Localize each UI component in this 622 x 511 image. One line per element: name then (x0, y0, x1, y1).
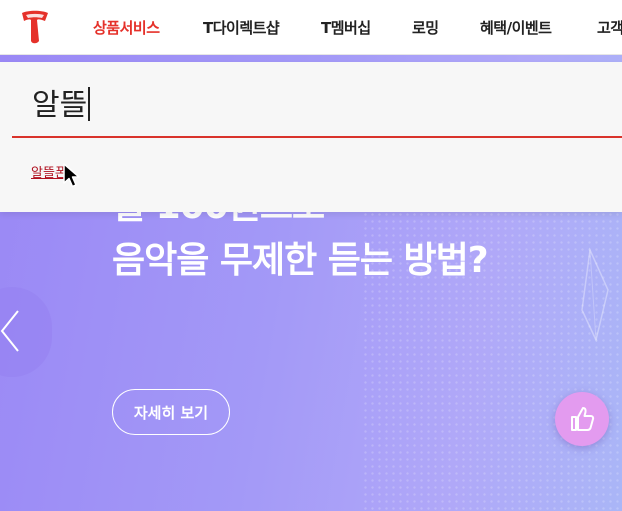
nav-item-direct-shop[interactable]: T다이렉트샵 (203, 17, 280, 38)
search-panel: 알뜰 알뜰폰 (0, 62, 622, 212)
nav-item-roaming[interactable]: 로밍 (412, 17, 439, 38)
thumbs-up-icon (571, 407, 595, 431)
chevron-left-icon (0, 310, 19, 352)
nav-item-membership[interactable]: T멤버십 (321, 17, 371, 38)
detail-button[interactable]: 자세히 보기 (112, 389, 230, 435)
nav-item-benefits[interactable]: 혜택/이벤트 (480, 17, 552, 38)
site-header: 상품서비스 T다이렉트샵 T멤버십 로밍 혜택/이벤트 고객 (0, 0, 622, 55)
mouse-cursor-icon (63, 163, 80, 188)
prev-slide-button[interactable] (0, 287, 52, 377)
nav-item-products[interactable]: 상품서비스 (93, 17, 160, 38)
search-input[interactable] (12, 66, 622, 138)
like-button[interactable] (555, 392, 609, 446)
hero-decoration-icon (581, 247, 609, 343)
main-nav: 상품서비스 T다이렉트샵 T멤버십 로밍 혜택/이벤트 고객 (0, 0, 622, 54)
hero-title-line2: 음악을 무제한 듣는 방법? (112, 240, 489, 281)
nav-item-customer[interactable]: 고객 (597, 17, 622, 38)
